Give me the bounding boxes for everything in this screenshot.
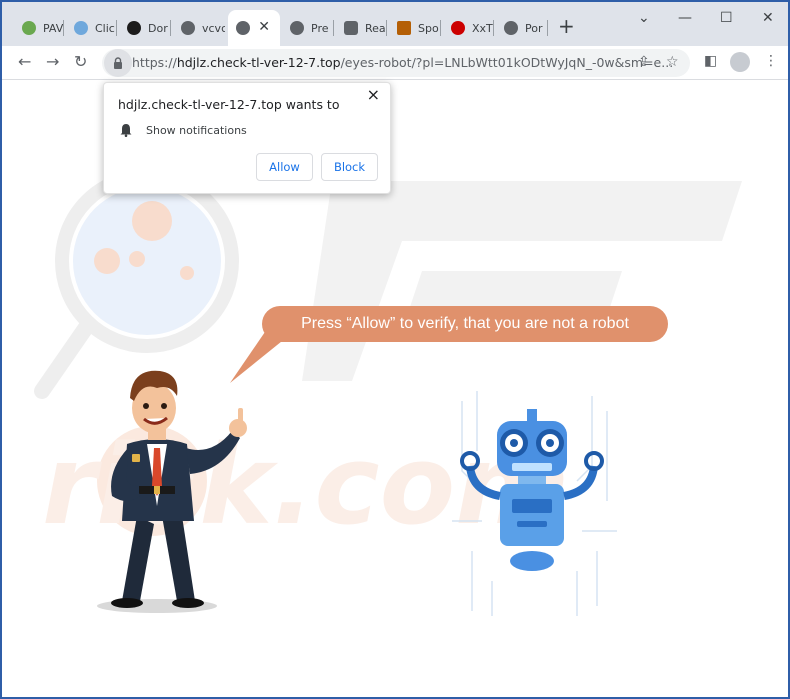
tab-title: vcvc xyxy=(202,21,225,35)
forward-icon[interactable]: → xyxy=(46,52,59,71)
allow-button[interactable]: Allow xyxy=(256,153,313,181)
tab-title: XxT xyxy=(472,21,493,35)
url-domain: hdjlz.check-tl-ver-12-7.top xyxy=(176,55,341,70)
businessman-illustration xyxy=(97,370,247,613)
maximize-icon[interactable]: ☐ xyxy=(720,10,733,26)
close-popup-icon[interactable]: × xyxy=(367,85,380,104)
back-icon[interactable]: ← xyxy=(18,52,31,71)
globe-icon xyxy=(504,21,518,35)
tab-vcvc[interactable]: vcvc xyxy=(173,10,225,46)
permission-label: Show notifications xyxy=(146,124,247,137)
share-icon[interactable]: ⇪ xyxy=(638,54,650,70)
tab-por[interactable]: Por xyxy=(496,10,548,46)
reload-icon[interactable]: ↻ xyxy=(74,52,87,71)
close-window-icon[interactable]: ✕ xyxy=(762,10,774,26)
new-tab-button[interactable]: + xyxy=(558,16,575,36)
chevron-down-icon[interactable]: ⌄ xyxy=(638,10,650,26)
tab-title: PAV xyxy=(43,21,64,35)
tab-dor[interactable]: Dor xyxy=(119,10,171,46)
network-favicon-icon xyxy=(74,21,88,35)
eye-favicon-icon xyxy=(127,21,141,35)
address-bar[interactable]: https://hdjlz.check-tl-ver-12-7.top/eyes… xyxy=(102,49,690,77)
tab-spo[interactable]: Spo xyxy=(389,10,441,46)
browser-window: PAV Clic Dor vcvc ✕ Pre Rea Spo XxT Por … xyxy=(0,0,790,699)
tab-strip: PAV Clic Dor vcvc ✕ Pre Rea Spo XxT Por … xyxy=(2,2,788,46)
avatar[interactable] xyxy=(730,52,750,72)
heart-favicon-icon xyxy=(451,21,465,35)
tab-title: Rea xyxy=(365,21,386,35)
reader-favicon-icon xyxy=(344,21,358,35)
star-icon[interactable]: ☆ xyxy=(666,54,679,70)
tab-clic[interactable]: Clic xyxy=(66,10,117,46)
popup-title: hdjlz.check-tl-ver-12-7.top wants to xyxy=(118,97,340,112)
globe-icon xyxy=(290,21,304,35)
tab-title: Pre xyxy=(311,21,329,35)
menu-icon[interactable]: ⋮ xyxy=(764,53,778,69)
tab-title: Clic xyxy=(95,21,115,35)
speech-bubble: Press “Allow” to verify, that you are no… xyxy=(262,306,668,342)
url-path: /eyes-robot/?pl=LNLbWtt01kODtWyJqN_-0w&s… xyxy=(340,55,674,70)
tab-title: Spo xyxy=(418,21,439,35)
close-tab-icon[interactable]: ✕ xyxy=(258,19,270,35)
tab-title: Dor xyxy=(148,21,168,35)
tab-xxt[interactable]: XxT xyxy=(443,10,494,46)
tab-title: Por xyxy=(525,21,543,35)
url-text[interactable]: https://hdjlz.check-tl-ver-12-7.top/eyes… xyxy=(132,55,673,70)
url-scheme: https:// xyxy=(132,55,177,70)
tab-pre[interactable]: Pre xyxy=(282,10,334,46)
lock-icon[interactable] xyxy=(104,49,132,77)
robot-illustration xyxy=(452,391,617,616)
tab-active[interactable]: ✕ xyxy=(228,10,280,46)
bubble-text: Press “Allow” to verify, that you are no… xyxy=(301,315,629,332)
tab-rea[interactable]: Rea xyxy=(336,10,387,46)
globe-icon xyxy=(181,21,195,35)
block-button[interactable]: Block xyxy=(321,153,378,181)
tab-pav[interactable]: PAV xyxy=(14,10,64,46)
toolbar: ← → ↻ https://hdjlz.check-tl-ver-12-7.to… xyxy=(2,46,788,80)
globe-icon xyxy=(236,21,250,35)
notification-permission-popup: hdjlz.check-tl-ver-12-7.top wants to × S… xyxy=(103,82,391,194)
side-panel-icon[interactable]: ◧ xyxy=(704,53,717,69)
minimize-icon[interactable]: — xyxy=(678,10,692,26)
bell-icon xyxy=(120,124,132,137)
pav-favicon-icon xyxy=(22,21,36,35)
spo-favicon-icon xyxy=(397,21,411,35)
